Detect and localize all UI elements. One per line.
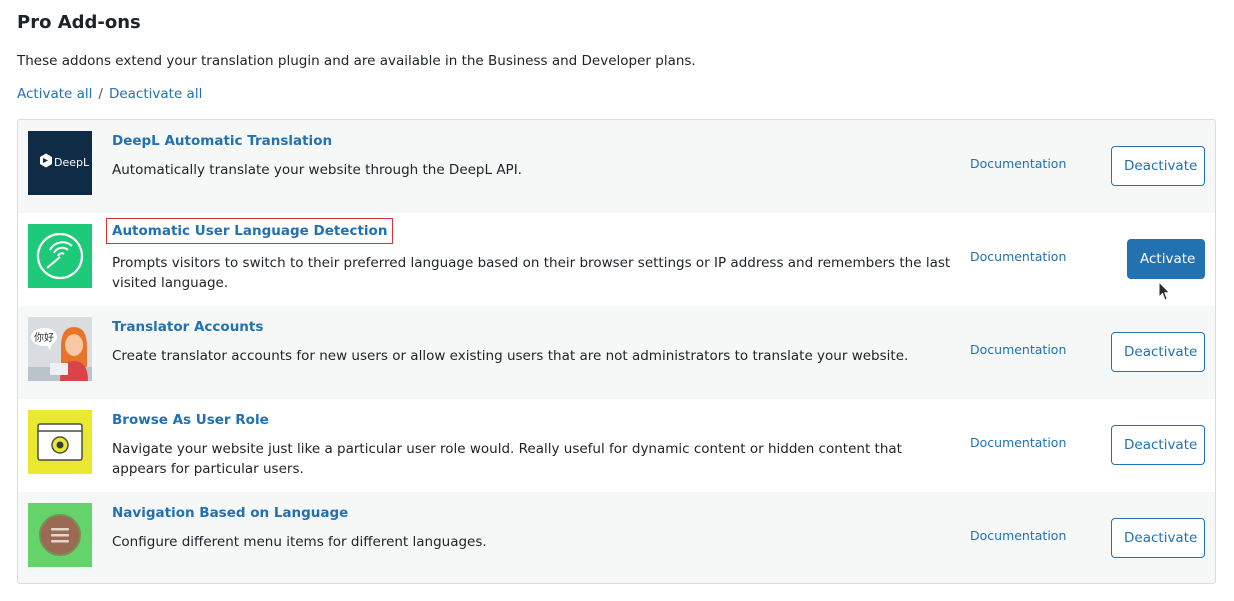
addon-name-language-detection[interactable]: Automatic User Language Detection <box>105 218 394 244</box>
bulk-actions: Activate all / Deactivate all <box>17 86 202 102</box>
deactivate-button-browse-as-role[interactable]: Deactivate <box>1111 425 1205 465</box>
addon-row-browse-as-role: Browse As User Role Navigate your websit… <box>18 399 1215 492</box>
addons-list: DeepL DeepL Automatic Translation Automa… <box>17 119 1216 584</box>
deactivate-all-link[interactable]: Deactivate all <box>109 86 202 102</box>
addon-desc-deepl: Automatically translate your website thr… <box>112 162 522 178</box>
addon-name-deepl[interactable]: DeepL Automatic Translation <box>112 133 332 149</box>
language-detection-icon <box>28 224 92 288</box>
addon-name-navigation-language[interactable]: Navigation Based on Language <box>112 505 348 521</box>
documentation-link-deepl[interactable]: Documentation <box>970 156 1066 171</box>
addon-row-translator-accounts: 你好 Translator Accounts Create translator… <box>18 306 1215 399</box>
deepl-logo-icon: DeepL <box>28 131 92 195</box>
addon-desc-language-detection: Prompts visitors to switch to their pref… <box>112 255 951 291</box>
translator-bubble-text: 你好 <box>34 331 54 344</box>
mouse-pointer-icon <box>1158 280 1172 303</box>
addon-name-translator-accounts[interactable]: Translator Accounts <box>112 319 263 335</box>
page-title: Pro Add-ons <box>17 12 141 33</box>
addon-desc-translator-accounts: Create translator accounts for new users… <box>112 348 909 364</box>
addon-desc-browse-as-role: Navigate your website just like a partic… <box>112 441 902 477</box>
activate-all-link[interactable]: Activate all <box>17 86 92 102</box>
addon-row-navigation-language: Navigation Based on Language Configure d… <box>18 492 1215 583</box>
addon-desc-navigation-language: Configure different menu items for diffe… <box>112 534 487 550</box>
intro-text: These addons extend your translation plu… <box>17 53 696 69</box>
bulk-separator: / <box>98 86 103 102</box>
addon-name-browse-as-role[interactable]: Browse As User Role <box>112 412 269 428</box>
documentation-link-translator-accounts[interactable]: Documentation <box>970 342 1066 357</box>
deactivate-button-navigation-language[interactable]: Deactivate <box>1111 518 1205 558</box>
menu-hamburger-icon <box>28 503 92 567</box>
deactivate-button-translator-accounts[interactable]: Deactivate <box>1111 332 1205 372</box>
activate-button-language-detection[interactable]: Activate <box>1127 239 1205 279</box>
documentation-link-navigation-language[interactable]: Documentation <box>970 528 1066 543</box>
addon-row-deepl: DeepL DeepL Automatic Translation Automa… <box>18 120 1215 213</box>
translator-person-icon: 你好 <box>28 317 92 381</box>
documentation-link-browse-as-role[interactable]: Documentation <box>970 435 1066 450</box>
deepl-logo-text: DeepL <box>54 156 90 169</box>
documentation-link-language-detection[interactable]: Documentation <box>970 249 1066 264</box>
addon-row-language-detection: Automatic User Language Detection Prompt… <box>18 213 1215 306</box>
deactivate-button-deepl[interactable]: Deactivate <box>1111 146 1205 186</box>
browser-eye-icon <box>28 410 92 474</box>
